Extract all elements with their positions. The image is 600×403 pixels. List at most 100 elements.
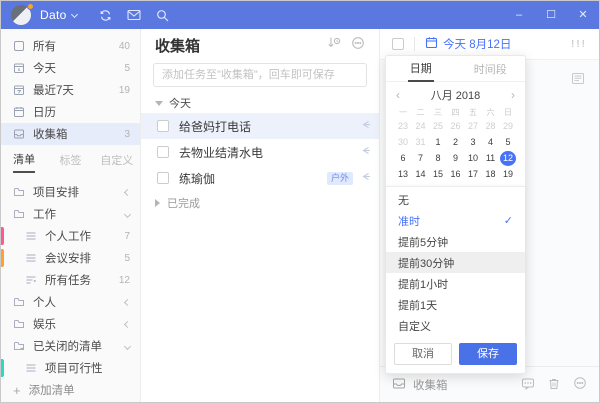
add-list-button[interactable]: + 添加清单 bbox=[1, 379, 140, 401]
weekday-label: 三 bbox=[434, 108, 442, 117]
sidebar-folder-personal[interactable]: 个人 bbox=[1, 291, 140, 313]
sidebar-list-meetings[interactable]: 会议安排 5 bbox=[1, 247, 140, 269]
month-label: 八月 2018 bbox=[430, 90, 481, 102]
task-tag[interactable]: 户外 bbox=[326, 171, 353, 185]
next-month-button[interactable]: › bbox=[503, 88, 515, 102]
calendar-day[interactable]: 17 bbox=[465, 167, 481, 182]
search-icon[interactable] bbox=[156, 9, 169, 22]
comment-icon[interactable] bbox=[521, 377, 535, 393]
calendar-day[interactable]: 26 bbox=[448, 119, 464, 134]
sidebar-item-calendar[interactable]: 日历 bbox=[1, 101, 140, 123]
trash-icon[interactable] bbox=[548, 377, 560, 393]
template-icon[interactable] bbox=[571, 72, 585, 90]
close-button[interactable]: ✕ bbox=[567, 1, 599, 29]
folder-icon bbox=[13, 296, 25, 308]
sidebar-folder-project[interactable]: 项目安排 bbox=[1, 181, 140, 203]
reminder-option-1hour[interactable]: 提前1小时 bbox=[386, 273, 525, 294]
sidebar-folder-entertainment[interactable]: 娱乐 bbox=[1, 313, 140, 335]
tab-date[interactable]: 日期 bbox=[386, 55, 456, 82]
reminder-option-5min[interactable]: 提前5分钟 bbox=[386, 231, 525, 252]
minimize-button[interactable]: – bbox=[503, 1, 535, 29]
reminder-option-custom[interactable]: 自定义 bbox=[386, 315, 525, 336]
sidebar-folder-closed-lists[interactable]: 已关闭的清单 bbox=[1, 335, 140, 357]
sort-icon[interactable] bbox=[327, 36, 341, 54]
due-date-button[interactable]: 今天 8月12日 bbox=[425, 36, 511, 52]
mail-icon[interactable] bbox=[127, 9, 141, 21]
detail-checkbox[interactable] bbox=[392, 38, 404, 50]
calendar-day[interactable]: 18 bbox=[483, 167, 499, 182]
sidebar-list-all-tasks[interactable]: 所有任务 12 bbox=[1, 269, 140, 291]
reminder-dropdown: 无 准时 ✓ 提前5分钟 提前30分钟 提前1小时 提前1天 自定义 bbox=[386, 186, 525, 338]
calendar-day[interactable]: 4 bbox=[483, 135, 499, 150]
task-row[interactable]: 给爸妈打电话 bbox=[141, 113, 379, 139]
sidebar-item-inbox[interactable]: 收集箱 3 bbox=[1, 123, 140, 145]
reminder-option-1day[interactable]: 提前1天 bbox=[386, 294, 525, 315]
task-list-selector[interactable]: 收集箱 bbox=[413, 377, 448, 393]
calendar-day[interactable]: 1 bbox=[430, 135, 446, 150]
calendar-day[interactable]: 27 bbox=[465, 119, 481, 134]
user-avatar[interactable] bbox=[11, 3, 34, 25]
more-options-icon[interactable] bbox=[351, 36, 365, 55]
weekday-label: 一 bbox=[399, 108, 407, 117]
calendar-day[interactable]: 30 bbox=[395, 135, 411, 150]
save-button[interactable]: 保存 bbox=[459, 343, 517, 365]
prev-month-button[interactable]: ‹ bbox=[396, 88, 408, 102]
sync-icon[interactable] bbox=[99, 9, 112, 22]
tab-tags[interactable]: 标签 bbox=[47, 152, 93, 172]
calendar-day[interactable]: 2 bbox=[448, 135, 464, 150]
calendar-day[interactable]: 7 bbox=[413, 151, 429, 166]
sidebar-item-label: 工作 bbox=[33, 209, 56, 221]
account-name[interactable]: Dato bbox=[40, 8, 67, 22]
calendar-day[interactable]: 31 bbox=[413, 135, 429, 150]
task-row[interactable]: 去物业结清水电 bbox=[141, 139, 379, 165]
reminder-option-30min[interactable]: 提前30分钟 bbox=[386, 252, 525, 273]
more-circle-icon[interactable] bbox=[573, 376, 587, 393]
task-checkbox[interactable] bbox=[157, 172, 169, 184]
calendar-day[interactable]: 16 bbox=[448, 167, 464, 182]
task-checkbox[interactable] bbox=[157, 146, 169, 158]
calendar-day[interactable]: 14 bbox=[413, 167, 429, 182]
reminder-option-ontime[interactable]: 准时 ✓ bbox=[386, 210, 525, 231]
add-task-input[interactable] bbox=[153, 63, 367, 87]
tab-custom[interactable]: 自定义 bbox=[94, 152, 140, 172]
divider bbox=[414, 37, 415, 51]
priority-icon[interactable]: !!! bbox=[571, 39, 587, 50]
sidebar-item-label: 日历 bbox=[33, 107, 56, 119]
item-count: 40 bbox=[118, 40, 130, 52]
calendar-day[interactable]: 5 bbox=[500, 135, 516, 150]
item-count: 7 bbox=[124, 230, 130, 242]
tab-lists[interactable]: 清单 bbox=[1, 151, 47, 173]
calendar-day[interactable]: 19 bbox=[500, 167, 516, 182]
task-checkbox[interactable] bbox=[157, 120, 169, 132]
calendar-day[interactable]: 28 bbox=[483, 119, 499, 134]
sidebar-item-today[interactable]: 今天 5 bbox=[1, 57, 140, 79]
group-header-today[interactable]: 今天 bbox=[141, 93, 379, 113]
calendar-day[interactable]: 24 bbox=[413, 119, 429, 134]
calendar-day[interactable]: 9 bbox=[448, 151, 464, 166]
calendar-day[interactable]: 23 bbox=[395, 119, 411, 134]
cancel-button[interactable]: 取消 bbox=[394, 343, 452, 365]
calendar-day-selected[interactable]: 12 bbox=[500, 151, 516, 166]
calendar-day[interactable]: 29 bbox=[500, 119, 516, 134]
calendar-day[interactable]: 11 bbox=[483, 151, 499, 166]
task-row[interactable]: 练瑜伽 户外 bbox=[141, 165, 379, 191]
maximize-button[interactable]: ☐ bbox=[535, 1, 567, 29]
calendar-day[interactable]: 25 bbox=[430, 119, 446, 134]
sidebar-folder-work[interactable]: 工作 bbox=[1, 203, 140, 225]
calendar-day[interactable]: 10 bbox=[465, 151, 481, 166]
calendar-day[interactable]: 15 bbox=[430, 167, 446, 182]
calendar-day[interactable]: 6 bbox=[395, 151, 411, 166]
group-header-completed[interactable]: 已完成 bbox=[141, 193, 379, 213]
reminder-option-none[interactable]: 无 bbox=[386, 189, 525, 210]
sidebar-item-label: 已关闭的清单 bbox=[33, 341, 102, 353]
sidebar-item-all[interactable]: 所有 40 bbox=[1, 35, 140, 57]
sidebar-list-personal-work[interactable]: 个人工作 7 bbox=[1, 225, 140, 247]
sidebar-item-label: 项目安排 bbox=[33, 187, 79, 199]
sidebar-list-feasibility[interactable]: 项目可行性 bbox=[1, 357, 140, 379]
calendar-day[interactable]: 3 bbox=[465, 135, 481, 150]
calendar-day[interactable]: 8 bbox=[430, 151, 446, 166]
sidebar-item-next7days[interactable]: 最近7天 19 bbox=[1, 79, 140, 101]
tab-time-range[interactable]: 时间段 bbox=[456, 56, 526, 81]
sidebar-item-label: 收集箱 bbox=[33, 129, 68, 141]
calendar-day[interactable]: 13 bbox=[395, 167, 411, 182]
